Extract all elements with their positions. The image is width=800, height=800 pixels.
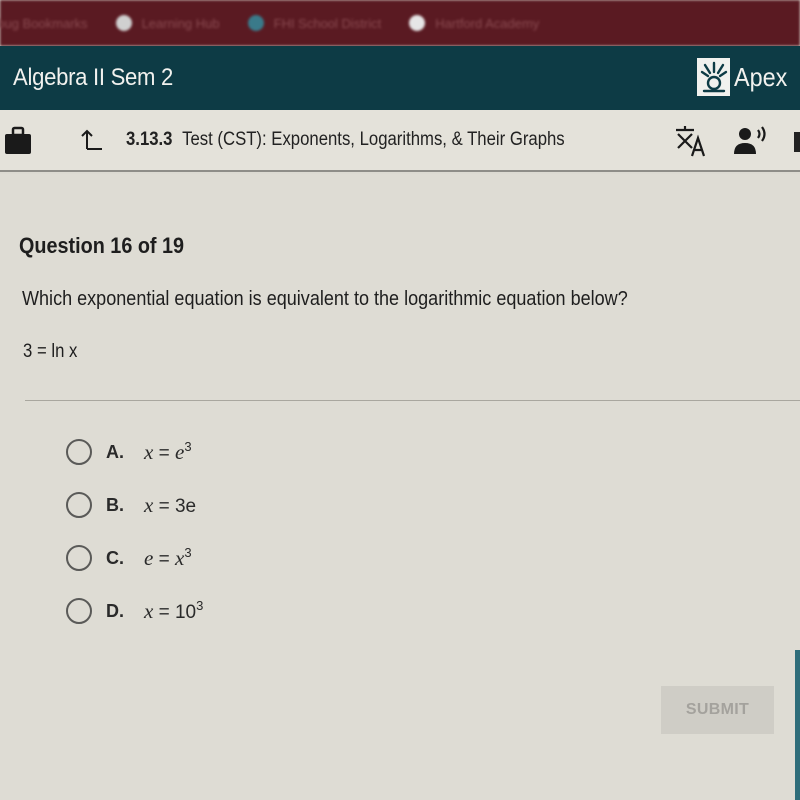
school-icon	[247, 15, 264, 31]
choice-letter: D.	[106, 600, 124, 621]
question-equation: 3 = ln x	[23, 341, 78, 362]
apex-brand-text: Apex	[734, 61, 788, 92]
bookmark-label: ebug Bookmarks	[0, 15, 88, 31]
choice-text: e = x3	[144, 545, 192, 570]
up-arrow-icon[interactable]	[80, 127, 106, 158]
bookmark-label: FHI School District	[273, 15, 382, 31]
question-prompt: Which exponential equation is equivalent…	[22, 287, 628, 310]
globe-icon	[409, 15, 426, 31]
bookmark-item[interactable]: Learning Hub	[115, 15, 220, 31]
translate-icon[interactable]	[674, 124, 710, 163]
choice-rhs-base: 3e	[174, 495, 197, 517]
text-to-speech-icon[interactable]	[733, 126, 769, 161]
choice-text: x = 3e	[144, 492, 197, 517]
activity-name: Test (CST): Exponents, Logarithms, & The…	[182, 129, 565, 150]
answer-choice-a[interactable]: A. x = e3	[66, 438, 203, 466]
radio-button[interactable]	[66, 545, 92, 571]
answer-choice-d[interactable]: D. x = 103	[66, 597, 203, 625]
activity-title: 3.13.3 Test (CST): Exponents, Logarithms…	[126, 129, 565, 151]
choice-exponent: 3	[184, 439, 192, 454]
choice-letter: B.	[106, 494, 124, 515]
window-edge	[795, 650, 800, 800]
answer-choice-c[interactable]: C. e = x3	[66, 544, 203, 572]
choice-letter: A.	[106, 441, 124, 462]
bookmark-label: Learning Hub	[141, 15, 220, 31]
bookmark-item[interactable]: Hartford Academy	[409, 15, 539, 31]
choice-letter: C.	[106, 547, 124, 568]
course-title: Algebra II Sem 2	[13, 64, 174, 91]
bookmark-item[interactable]: ebug Bookmarks	[0, 16, 88, 31]
choice-exponent: 3	[184, 545, 192, 560]
divider	[25, 400, 800, 401]
choice-text: x = 103	[144, 598, 204, 623]
radio-button[interactable]	[66, 492, 92, 518]
apex-logo-icon	[697, 58, 730, 96]
submit-button[interactable]: SUBMIT	[661, 686, 774, 734]
question-panel: Question 16 of 19 Which exponential equa…	[0, 174, 800, 800]
choice-lhs: x	[144, 599, 154, 623]
choice-rhs-base: e	[174, 440, 185, 464]
radio-button[interactable]	[66, 598, 92, 624]
choice-lhs: x	[144, 492, 154, 517]
radio-button[interactable]	[66, 439, 92, 465]
question-counter: Question 16 of 19	[19, 233, 185, 258]
choice-lhs: e	[144, 546, 154, 570]
briefcase-icon[interactable]	[4, 126, 32, 161]
bookmarks-bar: ebug Bookmarks Learning Hub FHI School D…	[0, 0, 800, 46]
activity-number: 3.13.3	[126, 129, 173, 150]
choice-rhs-base: 10	[174, 602, 197, 623]
course-header: Algebra II Sem 2 Apex	[0, 46, 800, 110]
more-icon[interactable]	[794, 132, 800, 152]
answer-choices: A. x = e3 B. x = 3e C. e = x3 D. x = 103	[66, 438, 203, 650]
bookmark-label: Hartford Academy	[435, 15, 540, 31]
answer-choice-b[interactable]: B. x = 3e	[66, 491, 203, 519]
penguin-icon	[115, 15, 132, 31]
choice-rhs-base: x	[174, 546, 185, 570]
choice-lhs: x	[144, 440, 154, 464]
activity-toolbar: 3.13.3 Test (CST): Exponents, Logarithms…	[0, 110, 800, 172]
apex-logo[interactable]: Apex	[697, 58, 793, 96]
choice-exponent: 3	[196, 598, 204, 613]
bookmark-item[interactable]: FHI School District	[247, 15, 382, 31]
choice-text: x = e3	[144, 439, 192, 464]
